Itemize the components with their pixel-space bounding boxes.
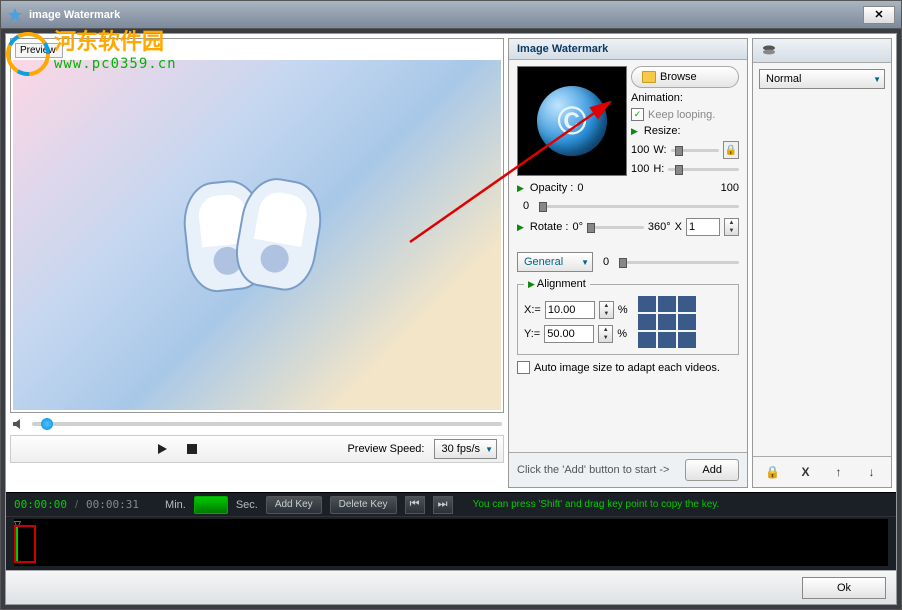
window-title: image Watermark — [29, 9, 863, 21]
next-key-button[interactable]: ⏭ — [433, 496, 453, 514]
window: image Watermark ✕ Preview — [0, 0, 902, 610]
preview-speed-select[interactable]: 30 fps/s — [434, 439, 497, 459]
add-key-button[interactable]: Add Key — [266, 496, 322, 514]
align-x-input[interactable] — [545, 301, 595, 319]
folder-icon — [642, 71, 656, 83]
playback-bar: Preview Speed: 30 fps/s — [10, 435, 504, 463]
volume-row — [10, 413, 504, 435]
rotate-times-input[interactable] — [686, 218, 720, 236]
preview-box: Preview — [10, 38, 504, 413]
resize-h-slider[interactable] — [668, 168, 739, 171]
settings-panel: Image Watermark © Browse Animation: — [508, 38, 748, 488]
keep-looping-checkbox[interactable]: ✓ — [631, 108, 644, 121]
main-row: Preview Preview Speed: — [6, 34, 896, 492]
rotate-slider[interactable] — [587, 226, 644, 229]
lock-aspect-button[interactable]: 🔒 — [723, 141, 739, 159]
video-content — [167, 175, 347, 295]
volume-icon[interactable] — [12, 417, 26, 431]
layers-toolbar: 🔒 X ↑ ↓ — [753, 456, 891, 487]
close-button[interactable]: ✕ — [863, 6, 895, 24]
volume-slider[interactable] — [32, 422, 502, 426]
titlebar: image Watermark ✕ — [1, 1, 901, 29]
align-y-input[interactable] — [544, 325, 594, 343]
time-current: 00:00:00 — [14, 498, 67, 511]
opacity-label: Opacity : — [530, 182, 573, 194]
timeline-hint: You can press 'Shift' and drag key point… — [473, 499, 720, 510]
effect-slider[interactable] — [619, 261, 739, 264]
effect-select[interactable]: General — [517, 252, 593, 272]
browse-button[interactable]: Browse — [631, 66, 739, 88]
content-area: Preview Preview Speed: — [5, 33, 897, 605]
settings-title: Image Watermark — [509, 39, 747, 60]
add-button[interactable]: Add — [685, 459, 739, 481]
settings-footer: Click the 'Add' button to start -> Add — [509, 452, 747, 487]
timeline: 00:00:00 / 00:00:31 Min. Sec. Add Key De… — [6, 492, 896, 570]
delete-layer-button[interactable]: X — [793, 461, 819, 483]
lock-layer-button[interactable]: 🔒 — [760, 461, 786, 483]
dialog-footer: Ok — [6, 570, 896, 604]
add-hint: Click the 'Add' button to start -> — [517, 464, 679, 476]
timeline-track[interactable]: ▽ — [14, 519, 888, 566]
resize-label: Resize: — [644, 125, 681, 137]
watermark-thumbnail: © — [517, 66, 627, 176]
opacity-slider[interactable] — [539, 205, 739, 208]
resize-w-slider[interactable] — [671, 149, 719, 152]
auto-size-checkbox[interactable] — [517, 361, 530, 374]
alignment-grid[interactable] — [638, 296, 696, 348]
blend-mode-select[interactable]: Normal — [759, 69, 885, 89]
layers-panel: Normal 🔒 X ↑ ↓ — [752, 38, 892, 488]
watermark-preview-row: © Browse Animation: ✓ Keep looping. — [517, 66, 739, 176]
time-total: 00:00:31 — [86, 498, 139, 511]
ok-button[interactable]: Ok — [802, 577, 886, 599]
play-button[interactable] — [152, 439, 172, 459]
rotate-label: Rotate : — [530, 221, 569, 233]
time-unit-toggle[interactable] — [194, 496, 228, 514]
preview-pane: Preview Preview Speed: — [10, 38, 504, 488]
animation-label: Animation: — [631, 92, 739, 104]
watermark-logo-icon — [6, 32, 50, 76]
move-up-button[interactable]: ↑ — [826, 461, 852, 483]
app-icon — [7, 7, 23, 23]
align-y-spinner[interactable]: ▲▼ — [598, 325, 613, 343]
auto-size-label: Auto image size to adapt each videos. — [534, 362, 720, 374]
preview-speed-label: Preview Speed: — [347, 443, 424, 455]
video-preview[interactable] — [13, 60, 501, 410]
layers-icon — [761, 44, 777, 58]
delete-key-button[interactable]: Delete Key — [330, 496, 397, 514]
alignment-group: ▶Alignment X:= ▲▼ % Y:= — [517, 278, 739, 355]
move-down-button[interactable]: ↓ — [859, 461, 885, 483]
align-x-spinner[interactable]: ▲▼ — [599, 301, 614, 319]
opacity-value: 0 — [517, 200, 535, 212]
stop-button[interactable] — [182, 439, 202, 459]
keep-looping-label: Keep looping. — [648, 109, 715, 121]
prev-key-button[interactable]: ⏮ — [405, 496, 425, 514]
copyright-logo-icon: © — [537, 86, 607, 156]
layers-header — [753, 39, 891, 63]
rotate-times-spinner[interactable]: ▲▼ — [724, 218, 739, 236]
